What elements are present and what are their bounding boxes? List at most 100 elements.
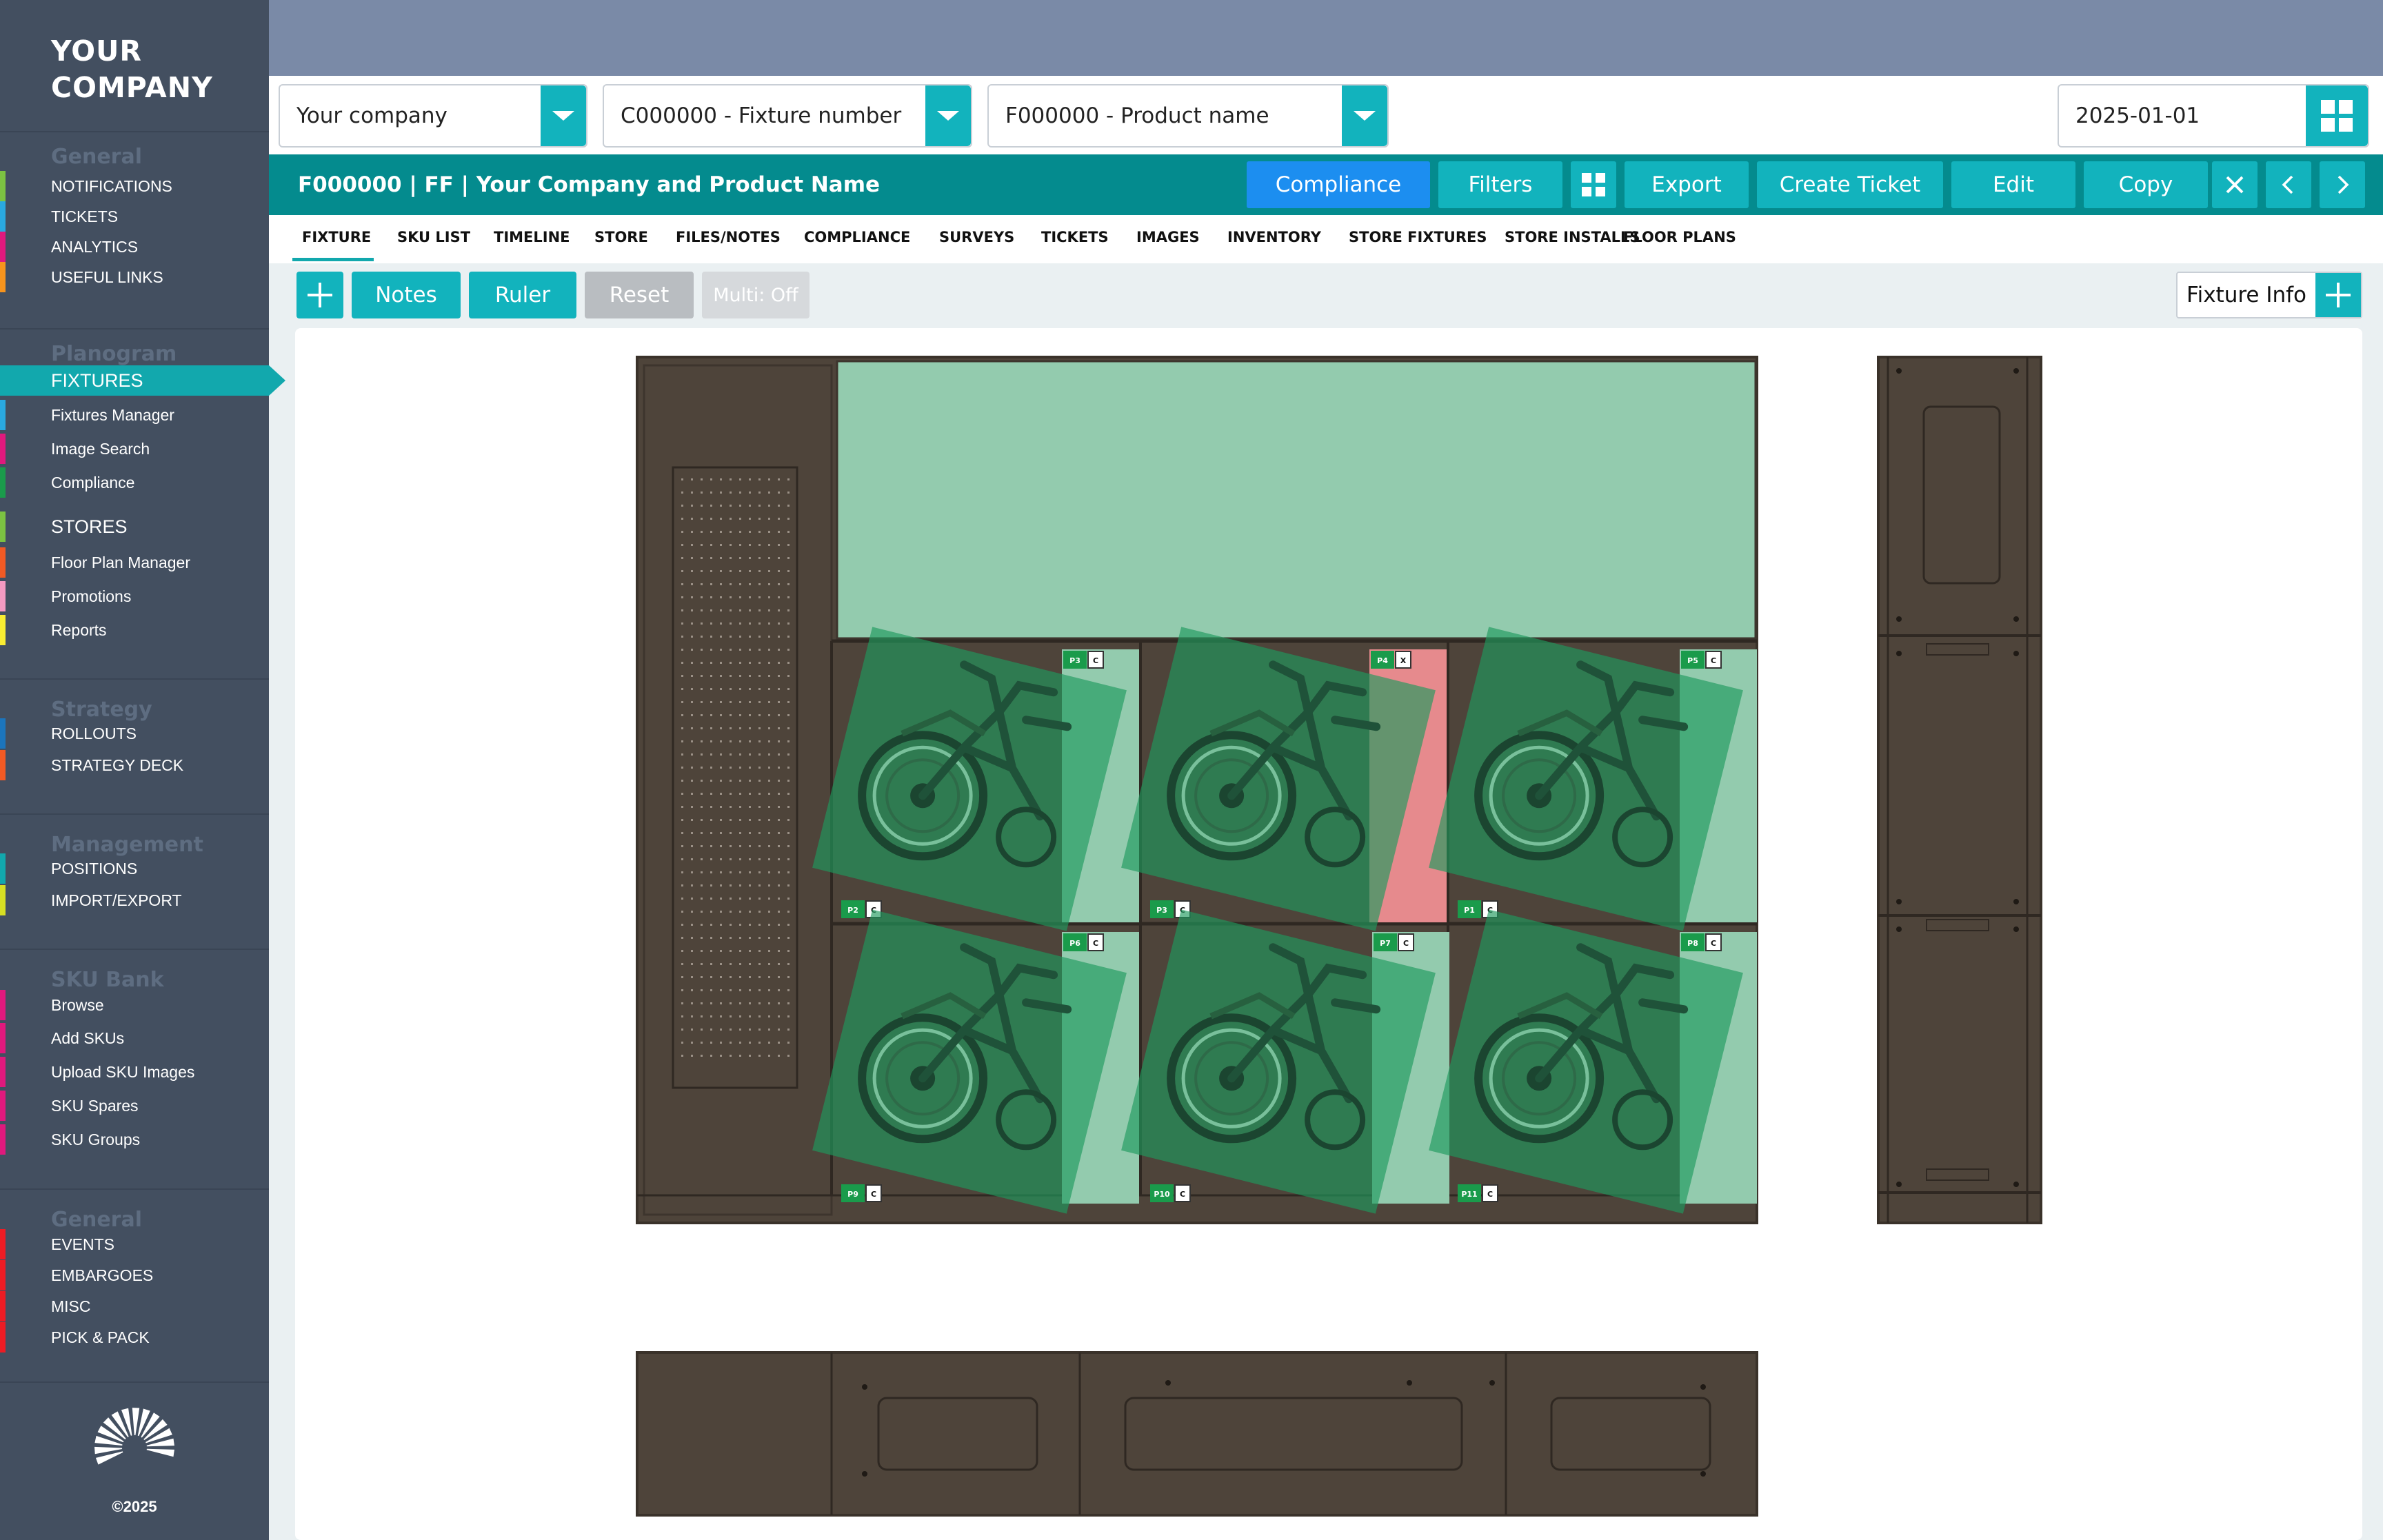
peg-hole bbox=[787, 662, 790, 664]
sidebar-item-events[interactable]: EVENTS bbox=[0, 1229, 269, 1259]
peg-hole bbox=[730, 531, 732, 533]
compliance-button[interactable]: Compliance bbox=[1247, 161, 1430, 208]
peg-hole bbox=[710, 609, 712, 611]
tab-inventory[interactable]: INVENTORY bbox=[1227, 229, 1321, 245]
tab-images[interactable]: IMAGES bbox=[1136, 229, 1200, 245]
sidebar-item-pick-pack[interactable]: PICK & PACK bbox=[0, 1322, 269, 1352]
tab-fixture[interactable]: FIXTURE bbox=[302, 229, 371, 245]
reset-button[interactable]: Reset bbox=[585, 272, 694, 318]
fixture-select[interactable]: C000000 - Fixture number bbox=[603, 84, 972, 148]
peg-hole bbox=[758, 976, 761, 978]
tab-compliance[interactable]: COMPLIANCE bbox=[804, 229, 910, 245]
peg-hole bbox=[710, 583, 712, 585]
peg-hole bbox=[787, 714, 790, 716]
export-button[interactable]: Export bbox=[1625, 161, 1749, 208]
notes-button[interactable]: Notes bbox=[352, 272, 461, 318]
top-bolt bbox=[1700, 1471, 1706, 1477]
peg-hole bbox=[730, 688, 732, 690]
date-field[interactable]: 2025-01-01 bbox=[2058, 84, 2369, 148]
sidebar-item-promotions[interactable]: Promotions bbox=[0, 581, 269, 611]
layout-toggle-button[interactable] bbox=[2306, 85, 2368, 146]
peg-hole bbox=[749, 714, 751, 716]
sidebar-item-color-bar bbox=[0, 511, 6, 542]
peg-hole bbox=[730, 478, 732, 480]
sidebar-item-upload-sku-images[interactable]: Upload SKU Images bbox=[0, 1057, 269, 1087]
company-dropdown-button[interactable] bbox=[541, 85, 586, 146]
sidebar-item-stores[interactable]: STORES bbox=[0, 511, 269, 542]
sidebar-item-rollouts[interactable]: ROLLOUTS bbox=[0, 718, 269, 749]
sidebar-item-fixtures-manager[interactable]: Fixtures Manager bbox=[0, 400, 269, 430]
sidebar-item-sku-spares[interactable]: SKU Spares bbox=[0, 1091, 269, 1121]
sidebar-item-floor-plan-manager[interactable]: Floor Plan Manager bbox=[0, 547, 269, 578]
sidebar-item-image-search[interactable]: Image Search bbox=[0, 434, 269, 464]
add-button[interactable] bbox=[296, 272, 343, 318]
filters-button[interactable]: Filters bbox=[1438, 161, 1562, 208]
peg-hole bbox=[758, 570, 761, 572]
copy-button[interactable]: Copy bbox=[2084, 161, 2208, 208]
sidebar-item-color-bar bbox=[0, 547, 6, 578]
company-select[interactable]: Your company bbox=[279, 84, 587, 148]
edit-button[interactable]: Edit bbox=[1951, 161, 2075, 208]
sidebar-item-label: Promotions bbox=[51, 587, 132, 605]
sidebar-item-import-export[interactable]: IMPORT/EXPORT bbox=[0, 885, 269, 915]
tab-store-fixtures[interactable]: STORE FIXTURES bbox=[1349, 229, 1487, 245]
sidebar-item-reports[interactable]: Reports bbox=[0, 615, 269, 645]
peg-hole bbox=[778, 1002, 780, 1004]
peg-hole bbox=[768, 531, 770, 533]
peg-hole bbox=[701, 531, 703, 533]
company-logo[interactable]: YOUR COMPANY bbox=[51, 33, 213, 106]
tab-files-notes[interactable]: FILES/NOTES bbox=[676, 229, 781, 245]
peg-hole bbox=[758, 937, 761, 939]
logo-line-1: YOUR bbox=[51, 34, 142, 68]
peg-hole bbox=[758, 806, 761, 808]
peg-hole bbox=[710, 806, 712, 808]
peg-hole bbox=[768, 858, 770, 860]
tab-store-installs[interactable]: STORE INSTALLS bbox=[1505, 229, 1640, 245]
tab-tickets[interactable]: TICKETS bbox=[1041, 229, 1109, 245]
product-dropdown-button[interactable] bbox=[1342, 85, 1387, 146]
sidebar-item-add-skus[interactable]: Add SKUs bbox=[0, 1023, 269, 1053]
sidebar-item-useful-links[interactable]: USEFUL LINKS bbox=[0, 262, 269, 292]
tab-surveys[interactable]: SURVEYS bbox=[939, 229, 1014, 245]
peg-hole bbox=[778, 662, 780, 664]
sidebar-item-tickets[interactable]: TICKETS bbox=[0, 201, 269, 232]
fixture-dropdown-button[interactable] bbox=[925, 85, 971, 146]
status-label: C bbox=[1093, 656, 1098, 665]
position-label: P2 bbox=[847, 906, 858, 915]
view-grid-button[interactable] bbox=[1571, 161, 1616, 208]
tab-store[interactable]: STORE bbox=[594, 229, 648, 245]
position-tag: P11 C bbox=[1458, 1184, 1498, 1202]
previous-button[interactable] bbox=[2266, 161, 2311, 208]
peg-hole bbox=[768, 950, 770, 952]
sidebar-divider bbox=[0, 1381, 269, 1383]
peg-hole bbox=[787, 924, 790, 926]
sidebar-item-compliance[interactable]: Compliance bbox=[0, 467, 269, 498]
peg-hole bbox=[778, 976, 780, 978]
tab-sku-list[interactable]: SKU LIST bbox=[397, 229, 470, 245]
chevron-down-icon bbox=[552, 111, 574, 121]
create-ticket-button[interactable]: Create Ticket bbox=[1757, 161, 1943, 208]
sidebar-item-strategy-deck[interactable]: STRATEGY DECK bbox=[0, 750, 269, 780]
peg-hole bbox=[730, 858, 732, 860]
ruler-button[interactable]: Ruler bbox=[469, 272, 576, 318]
sidebar-item-fixtures[interactable]: FIXTURES bbox=[0, 365, 285, 396]
product-select[interactable]: F000000 - Product name bbox=[987, 84, 1389, 148]
fixture-info-add-button[interactable] bbox=[2315, 273, 2361, 317]
sidebar-item-embargoes[interactable]: EMBARGOES bbox=[0, 1260, 269, 1290]
sidebar-item-notifications[interactable]: NOTIFICATIONS bbox=[0, 171, 269, 201]
sidebar-item-analytics[interactable]: ANALYTICS bbox=[0, 232, 269, 262]
peg-hole bbox=[739, 950, 741, 952]
peg-hole bbox=[749, 898, 751, 900]
sidebar-item-misc[interactable]: MISC bbox=[0, 1291, 269, 1321]
tab-floor-plans[interactable]: FLOOR PLANS bbox=[1623, 229, 1736, 245]
peg-hole bbox=[758, 675, 761, 677]
sidebar-item-sku-groups[interactable]: SKU Groups bbox=[0, 1124, 269, 1155]
sidebar-item-positions[interactable]: POSITIONS bbox=[0, 853, 269, 884]
peg-hole bbox=[691, 937, 693, 939]
next-button[interactable] bbox=[2320, 161, 2365, 208]
tab-timeline[interactable]: TIMELINE bbox=[494, 229, 570, 245]
multi-toggle-button[interactable]: Multi: Off bbox=[702, 272, 810, 318]
peg-hole bbox=[778, 806, 780, 808]
sidebar-item-browse[interactable]: Browse bbox=[0, 990, 269, 1020]
close-button[interactable] bbox=[2212, 161, 2258, 208]
